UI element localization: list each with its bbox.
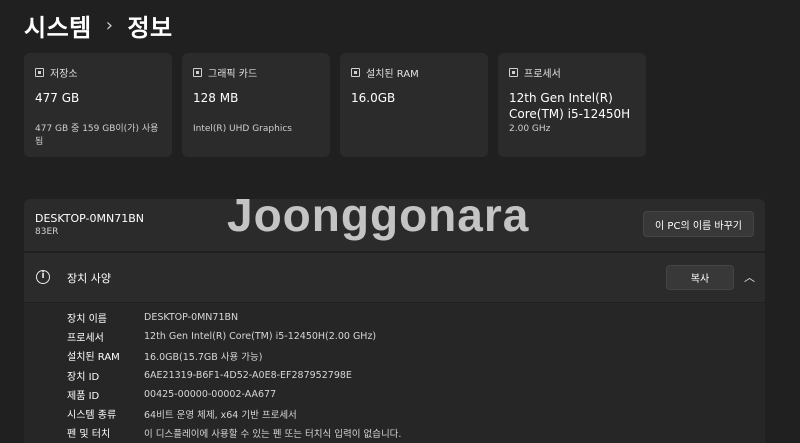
copy-button[interactable]: 복사 [666, 265, 734, 290]
section-title: 장치 사양 [67, 272, 111, 285]
spec-row: 장치 ID 6AE21319-B6F1-4D52-A0E8-EF28795279… [67, 366, 765, 385]
spec-value: 64비트 운영 체제, x64 기반 프로세서 [144, 409, 297, 421]
card-header: 저장소 [35, 65, 162, 80]
storage-icon [35, 68, 44, 77]
spec-row: 장치 이름 DESKTOP-0MN71BN [67, 308, 765, 327]
device-specs-header[interactable]: i 장치 사양 복사 ︿ [24, 253, 765, 302]
spec-label: 장치 이름 [67, 314, 107, 326]
breadcrumb: 시스템 › 정보 [24, 8, 173, 43]
device-model: 83ER [35, 227, 59, 237]
card-subtext: 477 GB 중 159 GB이(가) 사용됨 [35, 124, 159, 147]
card-value: 12th Gen Intel(R) Core(TM) i5-12450H [509, 91, 631, 121]
card-subtext: 2.00 GHz [509, 124, 551, 134]
graphics-card-card[interactable]: 그래픽 카드 128 MB Intel(R) UHD Graphics [182, 53, 330, 157]
device-name-bar: DESKTOP-0MN71BN 83ER 이 PC의 이름 바꾸기 [24, 199, 765, 251]
spec-row: 제품 ID 00425-00000-00002-AA677 [67, 385, 765, 404]
storage-card[interactable]: 저장소 477 GB 477 GB 중 159 GB이(가) 사용됨 [24, 53, 172, 157]
page-title: 정보 [127, 14, 173, 42]
spec-row: 프로세서 12th Gen Intel(R) Core(TM) i5-12450… [67, 327, 765, 346]
graphics-card-icon [193, 68, 202, 77]
spec-value: 6AE21319-B6F1-4D52-A0E8-EF287952798E [144, 369, 352, 381]
spec-label: 시스템 종류 [67, 410, 117, 422]
rename-pc-button[interactable]: 이 PC의 이름 바꾸기 [643, 211, 754, 237]
card-title: 프로세서 [524, 69, 561, 80]
processor-icon [509, 68, 518, 77]
spec-label: 장치 ID [67, 371, 100, 383]
spec-value: 00425-00000-00002-AA677 [144, 388, 277, 400]
info-icon: i [36, 270, 50, 284]
breadcrumb-parent[interactable]: 시스템 [24, 8, 92, 43]
processor-card[interactable]: 프로세서 12th Gen Intel(R) Core(TM) i5-12450… [498, 53, 646, 157]
card-value: 16.0GB [351, 91, 396, 105]
ram-card[interactable]: 설치된 RAM 16.0GB [340, 53, 488, 157]
card-title: 그래픽 카드 [208, 69, 258, 80]
device-name: DESKTOP-0MN71BN [35, 212, 144, 225]
spec-row: 설치된 RAM 16.0GB(15.7GB 사용 가능) [67, 346, 765, 365]
spec-value: 이 디스플레이에 사용할 수 있는 펜 또는 터치식 입력이 없습니다. [144, 428, 402, 440]
card-subtext: Intel(R) UHD Graphics [193, 124, 292, 134]
card-header: 프로세서 [509, 65, 636, 80]
spec-value: 12th Gen Intel(R) Core(TM) i5-12450H(2.0… [144, 331, 377, 343]
spec-label: 프로세서 [67, 333, 104, 345]
card-title: 저장소 [50, 69, 78, 80]
spec-label: 펜 및 터치 [67, 429, 111, 441]
spec-value: DESKTOP-0MN71BN [144, 312, 239, 324]
spec-row: 펜 및 터치 이 디스플레이에 사용할 수 있는 펜 또는 터치식 입력이 없습… [67, 423, 765, 442]
spec-label: 제품 ID [67, 390, 100, 402]
spec-row: 시스템 종류 64비트 운영 체제, x64 기반 프로세서 [67, 404, 765, 423]
breadcrumb-separator-icon: › [105, 15, 114, 36]
card-value: 128 MB [193, 91, 239, 105]
spec-value: 16.0GB(15.7GB 사용 가능) [144, 351, 263, 363]
card-value: 477 GB [35, 91, 80, 105]
chevron-up-icon[interactable]: ︿ [744, 269, 755, 285]
ram-icon [351, 68, 360, 77]
spec-label: 설치된 RAM [67, 352, 120, 364]
card-title: 설치된 RAM [366, 69, 419, 80]
card-header: 그래픽 카드 [193, 65, 320, 80]
card-header: 설치된 RAM [351, 65, 478, 80]
summary-cards: 저장소 477 GB 477 GB 중 159 GB이(가) 사용됨 그래픽 카… [24, 53, 646, 157]
device-specs-list: 장치 이름 DESKTOP-0MN71BN 프로세서 12th Gen Inte… [24, 303, 765, 443]
